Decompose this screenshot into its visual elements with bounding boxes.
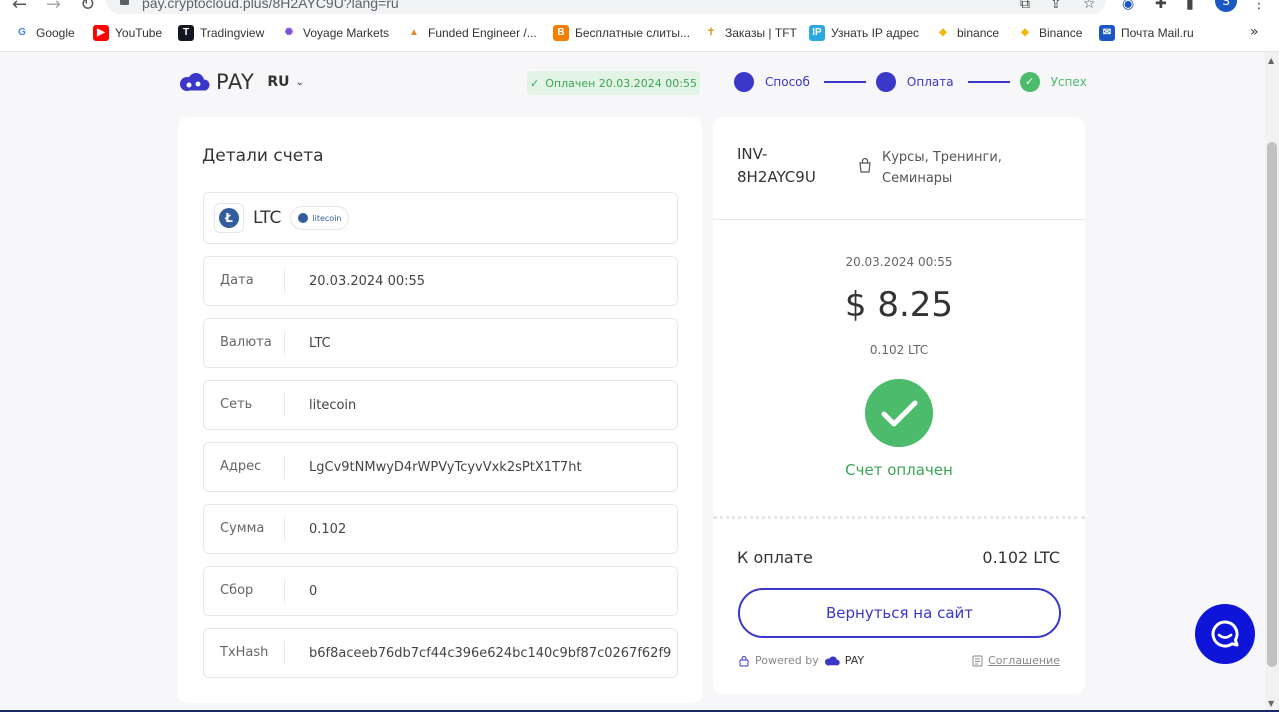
shopping-bag-icon bbox=[859, 157, 871, 173]
amount-usd: $ 8.25 bbox=[844, 285, 954, 325]
litecoin-small-icon bbox=[298, 213, 309, 223]
step-connector bbox=[823, 81, 866, 83]
tradingview-icon: T bbox=[178, 25, 194, 41]
bookmark-google[interactable]: G Google bbox=[14, 25, 75, 41]
forward-arrow-icon[interactable]: → bbox=[46, 0, 61, 15]
divider bbox=[713, 219, 1085, 220]
binance-icon: ◆ bbox=[935, 25, 951, 41]
scroll-up-icon[interactable]: ▲ bbox=[1268, 56, 1274, 65]
progress-steps: Способ Оплата ✓ Успех bbox=[734, 72, 1087, 92]
url-text[interactable]: pay.cryptocloud.plus/8H2AYC9U?lang=ru bbox=[142, 0, 399, 11]
lock-icon bbox=[739, 655, 749, 666]
coin-box: Ł LTC litecoin bbox=[203, 192, 678, 244]
bookmarks-bar: G Google ▶ YouTube T Tradingview ✺ Voyag… bbox=[0, 16, 1279, 52]
to-pay-label: К оплате bbox=[737, 548, 813, 567]
step-dot-payment bbox=[875, 72, 896, 92]
success-check-icon bbox=[865, 379, 933, 447]
coin-name: LTC bbox=[253, 208, 282, 228]
network-tag: litecoin bbox=[290, 206, 350, 230]
coin-icon-frame: Ł bbox=[214, 203, 244, 233]
agreement-link[interactable]: Соглашение bbox=[972, 654, 1060, 667]
chat-button[interactable] bbox=[1195, 604, 1255, 664]
dotted-divider bbox=[713, 516, 1085, 519]
bookmark-voyage[interactable]: ✺ Voyage Markets bbox=[281, 25, 389, 41]
mail-icon: ✉ bbox=[1099, 25, 1115, 41]
blogger-icon: B bbox=[553, 25, 569, 41]
chat-icon bbox=[1211, 620, 1239, 648]
payment-date: 20.03.2024 00:55 bbox=[845, 255, 953, 269]
tft-icon: ✝ bbox=[703, 25, 719, 41]
sidepanel-icon[interactable]: ▮ bbox=[1186, 0, 1194, 12]
scroll-down-icon[interactable]: ▼ bbox=[1268, 699, 1274, 708]
bookmarks-more-icon[interactable]: » bbox=[1250, 24, 1259, 40]
binance-icon: ◆ bbox=[1017, 25, 1033, 41]
invoice-id: INV- 8H2AYC9U bbox=[737, 145, 816, 186]
step-label-payment: Оплата bbox=[906, 75, 954, 89]
litecoin-icon: Ł bbox=[219, 208, 239, 228]
bookmark-youtube[interactable]: ▶ YouTube bbox=[93, 25, 162, 41]
step-done-check-icon: ✓ bbox=[1019, 72, 1040, 92]
bookmark-mail[interactable]: ✉ Почта Mail.ru bbox=[1099, 25, 1194, 41]
brand-logo[interactable]: PAY RU ⌄ bbox=[178, 70, 304, 94]
detail-row-amount: Сумма 0.102 bbox=[203, 504, 678, 554]
detail-row-fee: Сбор 0 bbox=[203, 566, 678, 616]
details-title: Детали счета bbox=[202, 146, 324, 166]
bookmark-binance-1[interactable]: ◆ binance bbox=[935, 25, 999, 41]
cloud-logo-icon bbox=[824, 656, 840, 665]
brand-name: PAY bbox=[216, 70, 255, 94]
step-dot-method bbox=[734, 72, 754, 92]
chevron-down-icon[interactable]: ⌄ bbox=[296, 77, 304, 88]
scrollbar-thumb[interactable] bbox=[1267, 142, 1277, 667]
check-icon: ✓ bbox=[530, 76, 540, 90]
status-badge: ✓ Оплачен 20.03.2024 00:55 bbox=[527, 71, 700, 95]
ip-icon: IP bbox=[809, 25, 825, 41]
share-icon[interactable]: ⇪ bbox=[1050, 0, 1062, 12]
return-to-site-button[interactable]: Вернуться на сайт bbox=[738, 588, 1061, 638]
detail-row-txhash[interactable]: TxHash b6f8aceeb76db7cf44c396e624bc140c9… bbox=[203, 628, 678, 678]
amount-crypto: 0.102 LTC bbox=[869, 343, 929, 357]
detail-row-address[interactable]: Адрес LgCv9tNMwyD4rWPVyTcyvVxk2sPtX1T7ht bbox=[203, 442, 678, 492]
step-label-method: Способ bbox=[765, 75, 810, 89]
payment-status: Счет оплачен bbox=[845, 461, 953, 479]
to-pay-value: 0.102 LTC bbox=[982, 548, 1060, 567]
puzzle-icon[interactable]: ✚ bbox=[1155, 0, 1167, 12]
lock-icon[interactable] bbox=[120, 0, 129, 5]
menu-icon[interactable]: ⋮ bbox=[1252, 0, 1266, 12]
step-connector bbox=[967, 81, 1010, 83]
reload-icon[interactable]: ↻ bbox=[80, 0, 95, 15]
payment-summary-card: INV- 8H2AYC9U Курсы, Тренинги, Семинары … bbox=[713, 117, 1085, 694]
detail-row-currency: Валюта LTC bbox=[203, 318, 678, 368]
step-label-success: Успех bbox=[1050, 75, 1087, 89]
back-arrow-icon[interactable]: ← bbox=[12, 0, 27, 15]
bookmark-funded-engineer[interactable]: ▲ Funded Engineer /... bbox=[406, 25, 537, 41]
language-selector[interactable]: RU bbox=[267, 74, 289, 90]
bookmark-binance-2[interactable]: ◆ Binance bbox=[1017, 25, 1082, 41]
youtube-icon: ▶ bbox=[93, 25, 109, 41]
powered-by[interactable]: Powered by PAY bbox=[738, 654, 864, 667]
detail-row-network: Сеть litecoin bbox=[203, 380, 678, 430]
invoice-category: Курсы, Тренинги, Семинары bbox=[857, 147, 1012, 189]
document-icon bbox=[972, 655, 983, 666]
cloud-logo-icon bbox=[180, 73, 210, 91]
profile-avatar[interactable]: S bbox=[1215, 0, 1237, 12]
voyage-icon: ✺ bbox=[281, 25, 297, 41]
star-icon[interactable]: ☆ bbox=[1083, 0, 1096, 12]
bookmark-tradingview[interactable]: T Tradingview bbox=[178, 25, 264, 41]
extension-icon[interactable]: ◉ bbox=[1122, 0, 1134, 12]
bookmark-tft[interactable]: ✝ Заказы | TFT bbox=[703, 25, 797, 41]
funded-icon: ▲ bbox=[406, 25, 422, 41]
translate-icon[interactable]: ⧉ bbox=[1020, 0, 1030, 12]
detail-row-date: Дата 20.03.2024 00:55 bbox=[203, 256, 678, 306]
bookmark-ip[interactable]: IP Узнать IP адрес bbox=[809, 25, 919, 41]
bookmark-blogger[interactable]: B Бесплатные слиты... bbox=[553, 25, 690, 41]
browser-toolbar: ← → ↻ pay.cryptocloud.plus/8H2AYC9U?lang… bbox=[0, 0, 1279, 16]
scrollbar[interactable]: ▲ ▼ bbox=[1265, 52, 1279, 712]
invoice-details-card: Детали счета Ł LTC litecoin Дата 20.03.2… bbox=[178, 117, 702, 703]
google-icon: G bbox=[14, 25, 30, 41]
